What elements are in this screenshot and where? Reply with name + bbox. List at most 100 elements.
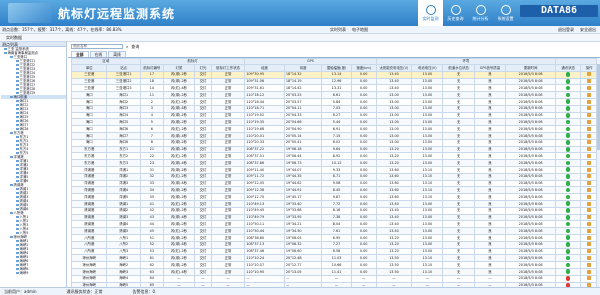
table-row[interactable]: 三亚港 三亚港口1 17 闪(绿)-2秒 交灯 正常 109°30.95 18°14.32 13…	[70, 70, 598, 79]
tab-offline[interactable]: 离线	[108, 51, 126, 57]
table-cell: 交灯	[194, 77, 212, 86]
table-row[interactable]: 海口 海口3 3 闪(绿)-4秒 交灯 正常 110°18.71 20°04.11 7.03 0.…	[70, 104, 598, 113]
table-cell: 交灯	[194, 70, 212, 79]
nav-history[interactable]: 历史查询	[443, 0, 468, 26]
column-header[interactable]: 经度	[244, 64, 285, 72]
search-input[interactable]: 测点名称	[71, 44, 123, 49]
table-row[interactable]: 洋浦港 洋浦2 32 闪(红)-2秒 交灯 正常 109°11.72 19°44.35 8.71…	[70, 172, 598, 181]
edit-icon[interactable]	[587, 86, 592, 91]
column-header[interactable]: 通讯状态	[555, 64, 582, 72]
table-row[interactable]: 洋浦港 洋浦4 34 闪(绿)-2秒 交灯 正常 109°12.38 19°44.91 8.45…	[70, 186, 598, 195]
column-header[interactable]: 纬度	[283, 64, 323, 72]
edit-icon[interactable]	[587, 147, 592, 152]
exit-link[interactable]: 安全退出	[580, 26, 596, 34]
edit-icon[interactable]	[587, 201, 592, 206]
table-row[interactable]: 海口 海口6 6 闪(红)-2秒 交灯 正常 110°19.68 20°04.90 6.91 0.…	[70, 125, 598, 133]
table-row[interactable]: 海口 海口1 11 闪(绿)-2秒 交灯 正常 110°18.12 20°03.25 6.61 0…	[70, 91, 598, 99]
edit-icon[interactable]	[587, 92, 592, 97]
edit-icon[interactable]	[587, 249, 592, 254]
table-row[interactable]: 海口 海口8 8 闪(绿)-2秒 交灯 正常 110°20.33 20°05.41 6.02 0.…	[70, 138, 598, 147]
edit-icon[interactable]	[587, 126, 592, 131]
column-header[interactable]: 操作	[580, 64, 598, 72]
node-icon	[10, 55, 13, 59]
edit-icon[interactable]	[587, 106, 592, 111]
table-row[interactable]: 三亚港 三亚港口3 14 闪(红)-4秒 交灯 正常 109°31.61 18°14.42 13…	[70, 84, 598, 93]
edit-icon[interactable]	[587, 221, 592, 226]
table-row[interactable]: 三亚港 三亚港口2 18 闪(绿)-2秒 交灯 正常 109°31.06 18°14.19 12…	[70, 77, 598, 86]
edit-icon[interactable]	[587, 174, 592, 179]
edit-icon[interactable]	[587, 167, 592, 172]
table-row[interactable]: 清澜港 清澜1 41 闪(红)-2秒 交灯 正常 110°49.13 19°33.40 7.72…	[70, 199, 598, 208]
table-row[interactable]: 八所港 八所3 53 闪(红)-2秒 交灯 正常 108°37.46 19°06.60 6.58…	[70, 247, 598, 256]
edit-icon[interactable]	[587, 160, 592, 165]
edit-icon[interactable]	[587, 262, 592, 267]
edit-icon[interactable]	[587, 228, 592, 233]
column-header[interactable]: 站点	[106, 64, 141, 72]
column-header[interactable]: 速度(km)	[350, 64, 377, 72]
edit-icon[interactable]	[587, 276, 592, 281]
table-row[interactable]: 海口 海口7 7 闪(绿)-4秒 交灯 正常 110°20.01 20°05.14 7.15 0.…	[70, 131, 598, 140]
column-header[interactable]: 太阳能充电电压(V)	[375, 64, 413, 72]
search-icon[interactable]: ⌕	[126, 44, 128, 49]
column-header[interactable]: 电池电压(V)	[411, 64, 444, 72]
table-row[interactable]: 东方港 东方2 22 闪(红)-2秒 交灯 正常 108°37.51 19°06.44 8.92…	[70, 152, 598, 161]
nav-monitor[interactable]: 实时监测	[418, 0, 443, 26]
edit-icon[interactable]	[587, 140, 592, 145]
tree-node[interactable]: 海峡9	[1, 271, 66, 275]
edit-icon[interactable]	[587, 72, 592, 77]
table-cell: —	[442, 274, 475, 283]
table-row[interactable]: 洋浦港 洋浦1 31 闪(绿)-2秒 交灯 正常 109°11.40 19°44.07 9.33…	[70, 165, 598, 174]
edit-icon[interactable]	[587, 133, 592, 138]
column-header[interactable]: 更新时间	[505, 64, 557, 72]
column-header[interactable]: 单位	[70, 64, 108, 72]
edit-icon[interactable]	[587, 255, 592, 260]
table-row[interactable]: 清澜港 清澜4 44 闪(绿)-2秒 交灯 正常 110°50.11 19°34.21 8.04…	[70, 220, 598, 229]
table-row[interactable]: 琼州海峡 海峡4 64— — — — — — — — — — —2018/5/5 8:08	[70, 274, 598, 283]
column-header[interactable]: 灯质	[162, 64, 196, 72]
table-row[interactable]: 海口 海口2 2 闪(红)-2秒 交灯 正常 110°18.44 20°03.57 5.84 0.…	[70, 97, 598, 106]
table-row[interactable]: 洋浦港 洋浦3 33 闪(绿)-4秒 交灯 正常 109°12.05 19°44.62 9.08…	[70, 179, 598, 188]
table-row[interactable]: 海口 海口4 4 闪(绿)-2秒 交灯 正常 110°19.02 20°04.33 6.27 0.…	[70, 111, 598, 120]
table-row[interactable]: 琼州海峡 海峡3 63 闪(红)-4秒 交灯 正常 110°10.90 20°13.05 11.…	[70, 267, 598, 276]
edit-icon[interactable]	[587, 208, 592, 213]
column-header[interactable]: 航道水位状态	[442, 64, 475, 72]
table-row[interactable]: 八所港 八所2 52 闪(绿)-4秒 交灯 正常 108°37.13 19°06.32 7.27…	[70, 240, 598, 249]
table-row[interactable]: 清澜港 清澜5 45 闪(红)-2秒 交灯 正常 110°50.44 19°34.50 7.61…	[70, 227, 598, 235]
edit-icon[interactable]	[587, 79, 592, 84]
logout-link[interactable]: 退出登录	[558, 26, 574, 34]
table-row[interactable]: 八所港 八所1 51 闪(绿)-2秒 交灯 正常 108°36.80 19°06.05 6.95…	[70, 233, 598, 242]
edit-icon[interactable]	[587, 242, 592, 247]
column-header[interactable]: 灯光	[194, 64, 212, 72]
refresh-button[interactable]: 实时数据	[4, 34, 24, 42]
table-row[interactable]: 海口 海口5 5 闪(绿)-2秒 交灯 正常 110°19.35 20°04.66 5.44 0.…	[70, 118, 598, 127]
table-row[interactable]: 琼州海峡 海峡2 62 闪(绿)-2秒 交灯 正常 110°10.57 20°12.77 10.…	[70, 261, 598, 269]
table-row[interactable]: 东方港 东方3 23 闪(绿)-4秒 交灯 正常 108°37.86 19°06.73 10.1…	[70, 159, 598, 167]
edit-icon[interactable]	[587, 113, 592, 118]
edit-icon[interactable]	[587, 269, 592, 274]
column-header[interactable]: 撞船幅值(度)	[321, 64, 352, 72]
link-map[interactable]: 电子地图	[352, 26, 368, 34]
table-row[interactable]: 洋浦港 洋浦5 35 闪(绿)-2秒 交灯 正常 109°12.70 19°45.17 9.87…	[70, 193, 598, 201]
edit-icon[interactable]	[587, 187, 592, 192]
search-button[interactable]: 查询	[131, 44, 139, 50]
tab-all[interactable]: 全部	[71, 51, 89, 57]
edit-icon[interactable]	[587, 154, 592, 158]
table-row[interactable]: 清澜港 清澜2 42 闪(绿)-2秒 交灯 正常 110°49.45 19°33.68 8.16…	[70, 206, 598, 215]
column-header[interactable]: 航标灯编号	[139, 64, 164, 72]
table-row[interactable]: 东方港 东方1 21 闪(绿)-2秒 交灯 正常 108°37.22 19°06.18 9.64…	[70, 145, 598, 154]
column-header[interactable]: 航标灯工作状态	[210, 64, 246, 72]
edit-icon[interactable]	[587, 120, 592, 125]
table-row[interactable]: 清澜港 清澜3 43 闪(绿)-4秒 交灯 正常 110°49.79 19°33.95 7.38…	[70, 213, 598, 222]
column-header[interactable]: GPS信号质量	[473, 64, 507, 72]
table-row[interactable]: 琼州海峡 海峡1 61 闪(绿)-2秒 交灯 正常 110°10.24 20°12.48 11.…	[70, 254, 598, 263]
table-scrollbar[interactable]	[596, 58, 600, 287]
edit-icon[interactable]	[587, 215, 592, 220]
edit-icon[interactable]	[587, 99, 592, 104]
link-realtime-list[interactable]: 实时列表	[330, 26, 346, 34]
edit-icon[interactable]	[587, 235, 592, 240]
edit-icon[interactable]	[587, 194, 592, 199]
tab-online[interactable]: 在线	[89, 51, 108, 57]
nav-chart[interactable]: 统计分析	[468, 0, 493, 26]
nav-settings[interactable]: 系统设置	[493, 0, 518, 26]
edit-icon[interactable]	[587, 181, 592, 186]
